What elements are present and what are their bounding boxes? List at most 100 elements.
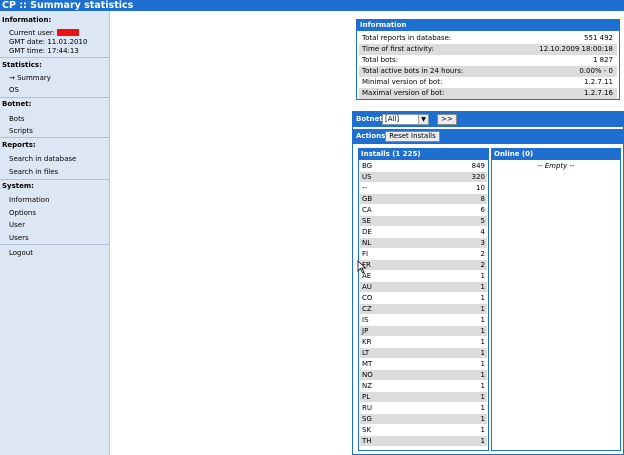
sidebar-item-information[interactable]: Information: [9, 196, 50, 204]
info-value: 12.10.2009 18:00:18: [539, 45, 613, 53]
sidebar-item-users[interactable]: Users: [9, 234, 29, 242]
info-value: 1 827: [592, 56, 613, 64]
table-row: JP 1: [360, 326, 487, 336]
country-code: SG: [362, 415, 372, 423]
info-label: Minimal version of bot:: [362, 78, 443, 86]
table-row: CA 6: [360, 205, 487, 215]
country-code: PL: [362, 393, 371, 401]
install-count: 1: [480, 316, 485, 324]
page-title: CP :: Summary statistics: [0, 0, 624, 11]
actions-bar: Actions: Reset Installs: [353, 129, 623, 144]
info-row: Total bots: 1 827: [359, 55, 617, 66]
info-label: Maximal version of bot:: [362, 89, 445, 97]
install-count: 3: [480, 239, 485, 247]
country-code: CA: [362, 206, 372, 214]
sidebar-section-reports: Reports:: [2, 141, 36, 149]
install-count: 2: [480, 250, 485, 258]
gmt-date: GMT date: 11.01.2010: [9, 38, 88, 46]
install-count: 6: [480, 206, 485, 214]
table-row: SE 5: [360, 216, 487, 226]
actions-label: Actions:: [356, 132, 389, 140]
install-count: 1: [480, 404, 485, 412]
sidebar-divider: [0, 97, 110, 98]
table-row: NZ 1: [360, 381, 487, 391]
country-code: NL: [362, 239, 372, 247]
table-row: AU 1: [360, 282, 487, 292]
sidebar-divider: [0, 137, 110, 138]
botnet-label: Botnet:: [356, 115, 386, 123]
table-row: LT 1: [360, 348, 487, 358]
install-count: 1: [480, 283, 485, 291]
sidebar-item-logout[interactable]: Logout: [9, 249, 33, 257]
info-row: Maximal version of bot: 1.2.7.16: [359, 88, 617, 99]
information-panel: Information Total reports in database: 55…: [356, 19, 620, 100]
table-row: CZ 1: [360, 304, 487, 314]
install-count: 4: [480, 228, 485, 236]
install-count: 10: [476, 184, 485, 192]
country-code: DE: [362, 228, 372, 236]
table-row: FI 2: [360, 249, 487, 259]
sidebar-divider: [0, 179, 110, 180]
install-count: 1: [480, 327, 485, 335]
sidebar-divider: [0, 57, 110, 58]
botnet-select[interactable]: [All] ▼: [382, 114, 429, 125]
info-value: 1.2.7.11: [584, 78, 613, 86]
reset-installs-button[interactable]: Reset Installs: [385, 131, 440, 142]
table-row: CO 1: [360, 293, 487, 303]
table-row: -- 10: [360, 183, 487, 193]
sidebar-item-search-files[interactable]: Search in files: [9, 168, 58, 176]
country-code: CO: [362, 294, 373, 302]
apply-botnet-button[interactable]: >>: [437, 114, 457, 125]
country-code: KR: [362, 338, 372, 346]
gmt-time: GMT time: 17:44:13: [9, 47, 79, 55]
botnet-filter-bar: Botnet: [All] ▼ >>: [353, 112, 623, 127]
install-count: 2: [480, 261, 485, 269]
install-count: 1: [480, 415, 485, 423]
info-row: Time of first activity: 12.10.2009 18:00:…: [359, 44, 617, 55]
info-label: Total active bots in 24 hours:: [362, 67, 464, 75]
info-value: 0.00% - 0: [579, 67, 613, 75]
info-label: Total bots:: [362, 56, 399, 64]
botnet-select-value: [All]: [385, 115, 400, 123]
table-row: DE 4: [360, 227, 487, 237]
country-code: BG: [362, 162, 373, 170]
info-value: 1.2.7.16: [584, 89, 613, 97]
installs-header: Installs (1 225): [359, 149, 488, 160]
table-row: RU 1: [360, 403, 487, 413]
sidebar-section-information: Information:: [2, 16, 52, 24]
table-row: AE 1: [360, 271, 487, 281]
info-row: Total active bots in 24 hours: 0.00% - 0: [359, 66, 617, 77]
table-row: IS 1: [360, 315, 487, 325]
info-label: Time of first activity:: [362, 45, 434, 53]
botnet-panel: Botnet: [All] ▼ >> Actions: Reset Instal…: [352, 111, 624, 455]
country-code: RU: [362, 404, 372, 412]
sidebar-item-os[interactable]: OS: [9, 86, 19, 94]
sidebar-item-user[interactable]: User: [9, 221, 25, 229]
country-code: LT: [362, 349, 370, 357]
table-row: MT 1: [360, 359, 487, 369]
sidebar-item-scripts[interactable]: Scripts: [9, 127, 33, 135]
country-code: SE: [362, 217, 371, 225]
sidebar-item-search-database[interactable]: Search in database: [9, 155, 76, 163]
sidebar: Information: Current user: GMT date: 11.…: [0, 11, 110, 455]
country-code: AU: [362, 283, 372, 291]
country-code: FI: [362, 250, 369, 258]
table-row: US 320: [360, 172, 487, 182]
install-count: 1: [480, 371, 485, 379]
info-value: 551 492: [584, 34, 613, 42]
install-count: 1: [480, 294, 485, 302]
sidebar-item-options[interactable]: Options: [9, 209, 36, 217]
country-code: NO: [362, 371, 373, 379]
table-row: BG 849: [360, 161, 487, 171]
online-empty-text: -- Empty --: [537, 162, 575, 170]
installs-table: Installs (1 225) BG 849 US 320 -- 10 GB 8 CA 6 SE 5…: [358, 148, 489, 451]
install-count: 1: [480, 382, 485, 390]
country-code: CZ: [362, 305, 372, 313]
install-count: 849: [471, 162, 485, 170]
install-count: 1: [480, 437, 485, 445]
install-count: 1: [480, 338, 485, 346]
table-row: SK 1: [360, 425, 487, 435]
information-header: Information: [357, 20, 619, 31]
sidebar-item-bots[interactable]: Bots: [9, 115, 24, 123]
sidebar-item-summary[interactable]: → Summary: [9, 74, 51, 82]
